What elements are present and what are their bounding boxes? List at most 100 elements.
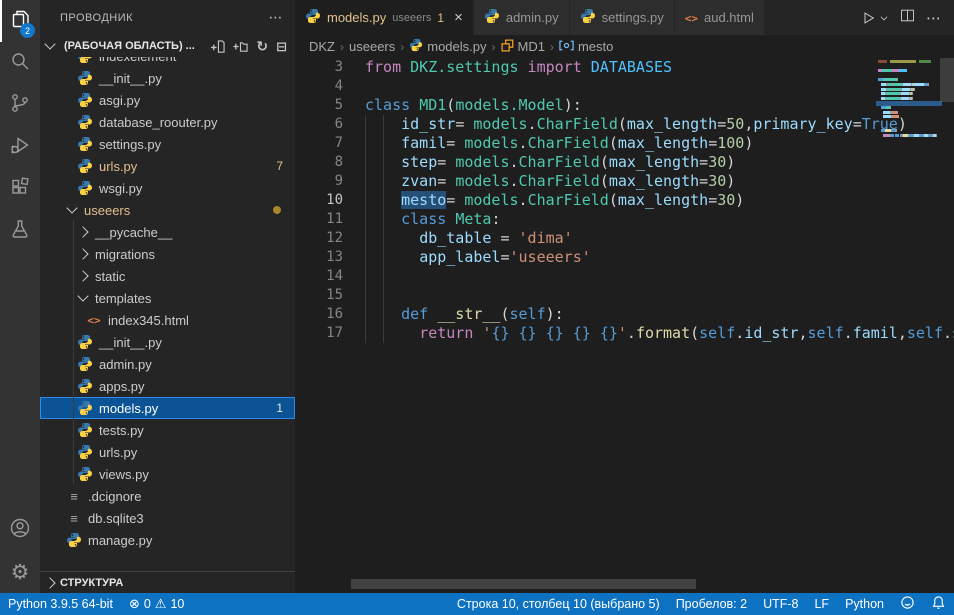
vertical-scrollbar[interactable] — [940, 58, 954, 102]
tree-item-apps.py[interactable]: apps.py — [40, 375, 295, 397]
tab-aud.html[interactable]: <>aud.html — [675, 0, 765, 35]
code-line-5[interactable]: 5class MD1(models.Model): — [295, 96, 954, 115]
breadcrumb-item-useeers[interactable]: useeers — [349, 39, 395, 54]
close-icon[interactable]: × — [454, 9, 463, 26]
python-icon — [580, 8, 596, 27]
tab-settings.py[interactable]: settings.py — [570, 0, 675, 35]
tree-item-wsgi.py[interactable]: wsgi.py — [40, 177, 295, 199]
tree-item-models.py[interactable]: models.py1 — [40, 397, 295, 419]
more-actions-icon[interactable]: ⋯ — [926, 9, 942, 27]
code-line-14[interactable]: 14 — [295, 267, 954, 286]
activity-item-explorer[interactable]: 2 — [0, 0, 40, 42]
tree-item-db.sqlite3[interactable]: ≡db.sqlite3 — [40, 507, 295, 529]
minimap-line — [878, 92, 940, 95]
status-eol[interactable]: LF — [806, 593, 837, 615]
status-notifications[interactable] — [923, 593, 954, 615]
code-line-16[interactable]: 16 def __str__(self): — [295, 305, 954, 324]
activity-item-settings[interactable]: ⚙ — [0, 551, 40, 593]
new-folder-icon[interactable] — [233, 39, 248, 54]
activity-item-search[interactable] — [0, 42, 40, 84]
activity-item-testing[interactable] — [0, 210, 40, 252]
tree-item-asgi.py[interactable]: asgi.py — [40, 89, 295, 111]
code-line-text: famil= models.CharField(max_length=100) — [343, 134, 753, 153]
code-line-9[interactable]: 9 zvan= models.CharField(max_length=30) — [295, 172, 954, 191]
tree-item-settings.py[interactable]: settings.py — [40, 133, 295, 155]
tree-item-useeers[interactable]: useeers — [40, 199, 295, 221]
warning-count: 10 — [170, 597, 184, 611]
status-interpreter[interactable]: Python 3.9.5 64-bit — [0, 593, 121, 615]
breadcrumb-label: useeers — [349, 39, 395, 54]
breadcrumb-item-MD1[interactable]: MD1 — [501, 39, 545, 55]
refresh-icon[interactable]: ↻ — [256, 39, 268, 53]
tree-item-admin.py[interactable]: admin.py — [40, 353, 295, 375]
new-file-icon[interactable] — [210, 39, 225, 54]
more-actions-icon[interactable]: ⋯ — [269, 9, 284, 26]
status-encoding[interactable]: UTF-8 — [755, 593, 806, 615]
status-language-mode[interactable]: Python — [837, 593, 892, 615]
activity-badge: 2 — [20, 23, 35, 38]
problems-badge: 7 — [276, 159, 283, 173]
tree-item-views.py[interactable]: views.py — [40, 463, 295, 485]
code-line-11[interactable]: 11 class Meta: — [295, 210, 954, 229]
code-line-7[interactable]: 7 famil= models.CharField(max_length=100… — [295, 134, 954, 153]
minimap[interactable] — [878, 60, 940, 138]
workspace-section-header[interactable]: (РАБОЧАЯ ОБЛАСТЬ) ... ↻⊟ — [40, 35, 295, 57]
activity-bar: 2⚙ — [0, 0, 40, 593]
status-label: Строка 10, столбец 10 (выбрано 5) — [457, 597, 660, 611]
minimap-line — [878, 134, 940, 137]
code-line-15[interactable]: 15 — [295, 286, 954, 305]
code-line-3[interactable]: 3from DKZ.settings import DATABASES — [295, 58, 954, 77]
breadcrumb-item-mesto[interactable]: mesto — [559, 39, 613, 54]
minimap-line — [878, 65, 940, 68]
code-line-10[interactable]: 10 mesto= models.CharField(max_length=30… — [295, 191, 954, 210]
breadcrumb-item-models.py[interactable]: models.py — [409, 38, 486, 55]
minimap-line — [878, 111, 940, 114]
status-problems[interactable]: ⊗0⚠10 — [121, 593, 192, 615]
tree-item-index345.html[interactable]: <>index345.html — [40, 309, 295, 331]
run-button[interactable] — [859, 9, 889, 27]
tree-item-label: useeers — [84, 203, 130, 218]
activity-item-source-control[interactable] — [0, 84, 40, 126]
activity-item-account[interactable] — [0, 509, 40, 551]
tree-item-migrations[interactable]: migrations — [40, 243, 295, 265]
collapse-all-icon[interactable]: ⊟ — [276, 40, 287, 53]
tree-item-label: database_roouter.py — [99, 115, 218, 130]
tree-item-tests.py[interactable]: tests.py — [40, 419, 295, 441]
tree-item-indexelement[interactable]: indexelement — [40, 57, 295, 67]
tree-item-__init__.py[interactable]: __init__.py — [40, 67, 295, 89]
tab-admin.py[interactable]: admin.py — [474, 0, 570, 35]
tree-item-manage.py[interactable]: manage.py — [40, 529, 295, 551]
code-line-6[interactable]: 6 id_str= models.CharField(max_length=50… — [295, 115, 954, 134]
indent-guide — [365, 115, 366, 343]
status-cursor-position[interactable]: Строка 10, столбец 10 (выбрано 5) — [449, 593, 668, 615]
horizontal-scrollbar[interactable] — [351, 579, 696, 589]
code-line-17[interactable]: 17 return '{} {} {} {} {}'.format(self.i… — [295, 324, 954, 343]
tree-item-urls.py[interactable]: urls.py — [40, 441, 295, 463]
tree-item-.dcignore[interactable]: ≡.dcignore — [40, 485, 295, 507]
status-indentation[interactable]: Пробелов: 2 — [668, 593, 755, 615]
code-line-12[interactable]: 12 db_table = 'dima' — [295, 229, 954, 248]
file-icon: ≡ — [66, 511, 82, 526]
line-number: 8 — [295, 153, 343, 172]
tree-item-templates[interactable]: templates — [40, 287, 295, 309]
tree-item-__init__.py[interactable]: __init__.py — [40, 331, 295, 353]
code-line-4[interactable]: 4 — [295, 77, 954, 96]
outline-section-header[interactable]: СТРУКТУРА — [40, 571, 295, 593]
account-icon — [8, 516, 32, 545]
code-editor[interactable]: 3from DKZ.settings import DATABASES45cla… — [295, 58, 954, 593]
tree-item-static[interactable]: static — [40, 265, 295, 287]
breadcrumb-item-DKZ[interactable]: DKZ — [309, 39, 335, 54]
status-feedback[interactable] — [892, 593, 923, 615]
code-line-text: app_label='useeers' — [343, 248, 591, 267]
code-line-13[interactable]: 13 app_label='useeers' — [295, 248, 954, 267]
tree-item-urls.py[interactable]: urls.py7 — [40, 155, 295, 177]
code-line-8[interactable]: 8 step= models.CharField(max_length=30) — [295, 153, 954, 172]
python-icon — [305, 8, 321, 27]
modified-dot-badge — [273, 206, 281, 214]
tree-item-database_roouter.py[interactable]: database_roouter.py — [40, 111, 295, 133]
tab-models.py[interactable]: models.pyuseeers1× — [295, 0, 474, 35]
activity-item-extensions[interactable] — [0, 168, 40, 210]
tree-item-__pycache__[interactable]: __pycache__ — [40, 221, 295, 243]
activity-item-run-debug[interactable] — [0, 126, 40, 168]
split-editor-icon[interactable] — [899, 7, 916, 29]
